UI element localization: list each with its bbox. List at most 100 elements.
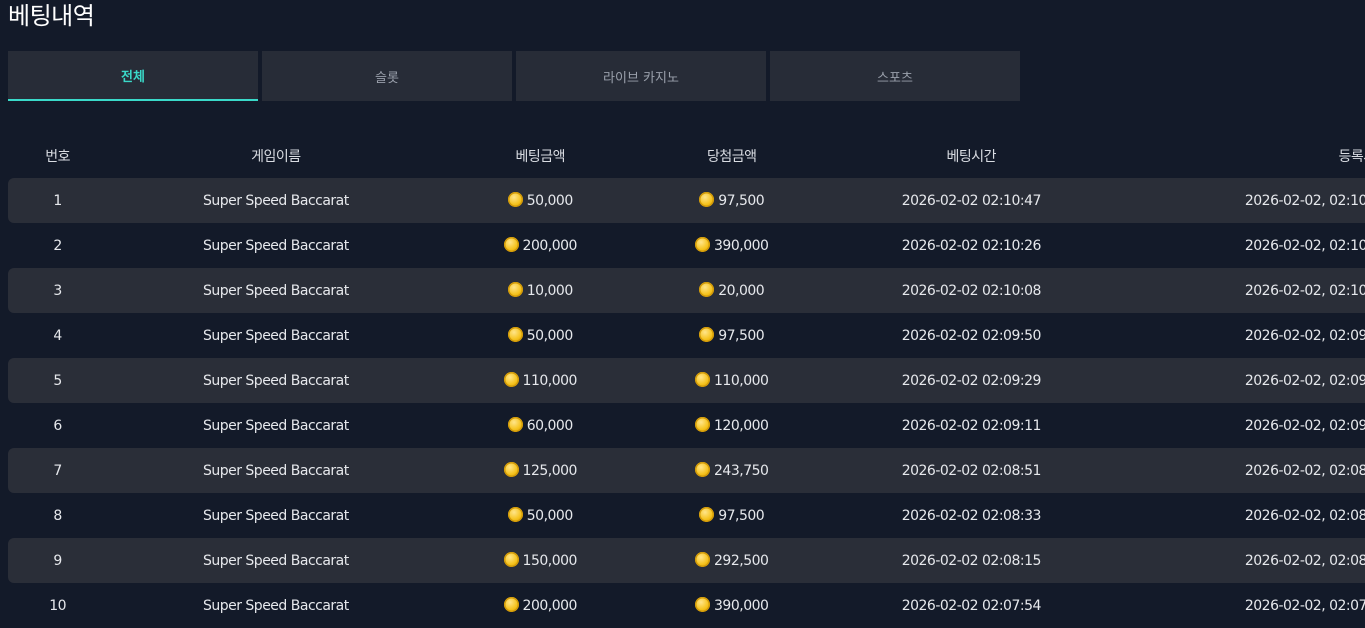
cell-win-amount: 390,000 bbox=[636, 237, 827, 254]
table-row: 10 Super Speed Baccarat 200,000 390,000 … bbox=[8, 583, 1365, 628]
win-amount-value: 97,500 bbox=[718, 327, 765, 344]
win-amount-value: 390,000 bbox=[714, 237, 769, 254]
betting-history-table: 번호 게임이름 베팅금액 당첨금액 베팅시간 등록시간 1 Super Spee… bbox=[8, 134, 1365, 628]
cell-bet-amount: 150,000 bbox=[445, 552, 636, 569]
cell-num: 9 bbox=[53, 552, 62, 569]
cell-bet-amount: 200,000 bbox=[445, 237, 636, 254]
cell-game: Super Speed Baccarat bbox=[202, 282, 349, 299]
header-num: 번호 bbox=[45, 149, 70, 165]
cell-reg-time: 2026-02-02, 02:07:54 bbox=[1244, 597, 1365, 614]
header-reg-time: 등록시간 bbox=[1338, 149, 1365, 165]
coin-icon bbox=[507, 192, 523, 207]
cell-win-amount: 292,500 bbox=[636, 552, 827, 569]
cell-reg-time: 2026-02-02, 02:09:50 bbox=[1244, 327, 1365, 344]
bet-amount-value: 200,000 bbox=[522, 237, 578, 254]
cell-win-amount: 243,750 bbox=[636, 462, 827, 479]
table-row: 2 Super Speed Baccarat 200,000 390,000 2… bbox=[8, 223, 1365, 268]
bet-amount-value: 50,000 bbox=[526, 507, 574, 524]
win-amount-value: 120,000 bbox=[714, 417, 769, 434]
cell-win-amount: 97,500 bbox=[636, 327, 827, 344]
cell-game: Super Speed Baccarat bbox=[202, 462, 349, 479]
cell-num: 6 bbox=[53, 417, 62, 434]
coin-icon bbox=[699, 282, 715, 297]
header-bet-time: 베팅시간 bbox=[946, 149, 997, 165]
win-amount-value: 110,000 bbox=[714, 372, 769, 389]
table-row: 7 Super Speed Baccarat 125,000 243,750 2… bbox=[8, 448, 1365, 493]
cell-num: 5 bbox=[53, 372, 62, 389]
cell-win-amount: 120,000 bbox=[636, 417, 827, 434]
bet-amount-value: 150,000 bbox=[522, 552, 578, 569]
cell-reg-time: 2026-02-02, 02:08:15 bbox=[1244, 552, 1365, 569]
cell-bet-time: 2026-02-02 02:10:26 bbox=[901, 237, 1042, 254]
coin-icon bbox=[503, 552, 519, 567]
cell-game: Super Speed Baccarat bbox=[202, 552, 349, 569]
coin-icon bbox=[695, 552, 711, 567]
cell-game: Super Speed Baccarat bbox=[202, 237, 349, 254]
cell-bet-time: 2026-02-02 02:09:11 bbox=[901, 417, 1042, 434]
coin-icon bbox=[699, 192, 715, 207]
coin-icon bbox=[695, 372, 711, 387]
cell-num: 2 bbox=[53, 237, 62, 254]
cell-game: Super Speed Baccarat bbox=[202, 597, 349, 614]
coin-icon bbox=[503, 597, 519, 612]
cell-bet-time: 2026-02-02 02:08:15 bbox=[901, 552, 1042, 569]
table-row: 4 Super Speed Baccarat 50,000 97,500 202… bbox=[8, 313, 1365, 358]
coin-icon bbox=[695, 462, 711, 477]
cell-num: 10 bbox=[49, 597, 67, 614]
win-amount-value: 390,000 bbox=[714, 597, 769, 614]
header-game: 게임이름 bbox=[251, 149, 301, 165]
win-amount-value: 20,000 bbox=[718, 282, 765, 299]
cell-bet-time: 2026-02-02 02:10:08 bbox=[901, 282, 1042, 299]
cell-bet-time: 2026-02-02 02:09:29 bbox=[901, 372, 1042, 389]
cell-reg-time: 2026-02-02, 02:09:11 bbox=[1244, 417, 1365, 434]
cell-bet-amount: 50,000 bbox=[445, 327, 636, 344]
coin-icon bbox=[503, 237, 519, 252]
tab-sports[interactable]: 스포츠 bbox=[770, 51, 1020, 101]
cell-bet-time: 2026-02-02 02:08:33 bbox=[901, 507, 1042, 524]
cell-reg-time: 2026-02-02, 02:10:26 bbox=[1244, 237, 1365, 254]
cell-bet-amount: 50,000 bbox=[445, 192, 636, 209]
table-row: 1 Super Speed Baccarat 50,000 97,500 202… bbox=[8, 178, 1365, 223]
table-header-row: 번호 게임이름 베팅금액 당첨금액 베팅시간 등록시간 bbox=[8, 134, 1365, 178]
table-body: 1 Super Speed Baccarat 50,000 97,500 202… bbox=[8, 178, 1365, 628]
cell-win-amount: 97,500 bbox=[636, 507, 827, 524]
win-amount-value: 243,750 bbox=[714, 462, 769, 479]
cell-game: Super Speed Baccarat bbox=[202, 192, 349, 209]
table-row: 6 Super Speed Baccarat 60,000 120,000 20… bbox=[8, 403, 1365, 448]
cell-win-amount: 390,000 bbox=[636, 597, 827, 614]
coin-icon bbox=[695, 597, 711, 612]
cell-win-amount: 97,500 bbox=[636, 192, 827, 209]
cell-num: 3 bbox=[53, 282, 62, 299]
cell-num: 7 bbox=[53, 462, 62, 479]
cell-win-amount: 110,000 bbox=[636, 372, 827, 389]
cell-bet-amount: 200,000 bbox=[445, 597, 636, 614]
coin-icon bbox=[507, 282, 523, 297]
tab-bar: 전체 슬롯 라이브 카지노 스포츠 bbox=[8, 51, 1020, 101]
bet-amount-value: 200,000 bbox=[522, 597, 578, 614]
coin-icon bbox=[695, 417, 711, 432]
win-amount-value: 292,500 bbox=[714, 552, 769, 569]
tab-slot[interactable]: 슬롯 bbox=[262, 51, 512, 101]
table-row: 9 Super Speed Baccarat 150,000 292,500 2… bbox=[8, 538, 1365, 583]
cell-num: 8 bbox=[53, 507, 62, 524]
cell-bet-amount: 50,000 bbox=[445, 507, 636, 524]
cell-bet-amount: 60,000 bbox=[445, 417, 636, 434]
tab-all[interactable]: 전체 bbox=[8, 51, 258, 101]
cell-game: Super Speed Baccarat bbox=[202, 507, 349, 524]
table-row: 5 Super Speed Baccarat 110,000 110,000 2… bbox=[8, 358, 1365, 403]
bet-amount-value: 50,000 bbox=[526, 327, 574, 344]
page-title: 베팅내역 bbox=[8, 2, 95, 30]
cell-reg-time: 2026-02-02, 02:08:51 bbox=[1244, 462, 1365, 479]
cell-bet-time: 2026-02-02 02:09:50 bbox=[901, 327, 1042, 344]
bet-amount-value: 110,000 bbox=[522, 372, 578, 389]
cell-bet-amount: 110,000 bbox=[445, 372, 636, 389]
win-amount-value: 97,500 bbox=[718, 507, 765, 524]
cell-num: 4 bbox=[53, 327, 62, 344]
cell-reg-time: 2026-02-02, 02:08:33 bbox=[1244, 507, 1365, 524]
bet-amount-value: 10,000 bbox=[526, 282, 574, 299]
coin-icon bbox=[695, 237, 711, 252]
coin-icon bbox=[507, 327, 523, 342]
cell-win-amount: 20,000 bbox=[636, 282, 827, 299]
coin-icon bbox=[507, 507, 523, 522]
tab-live-casino[interactable]: 라이브 카지노 bbox=[516, 51, 766, 101]
